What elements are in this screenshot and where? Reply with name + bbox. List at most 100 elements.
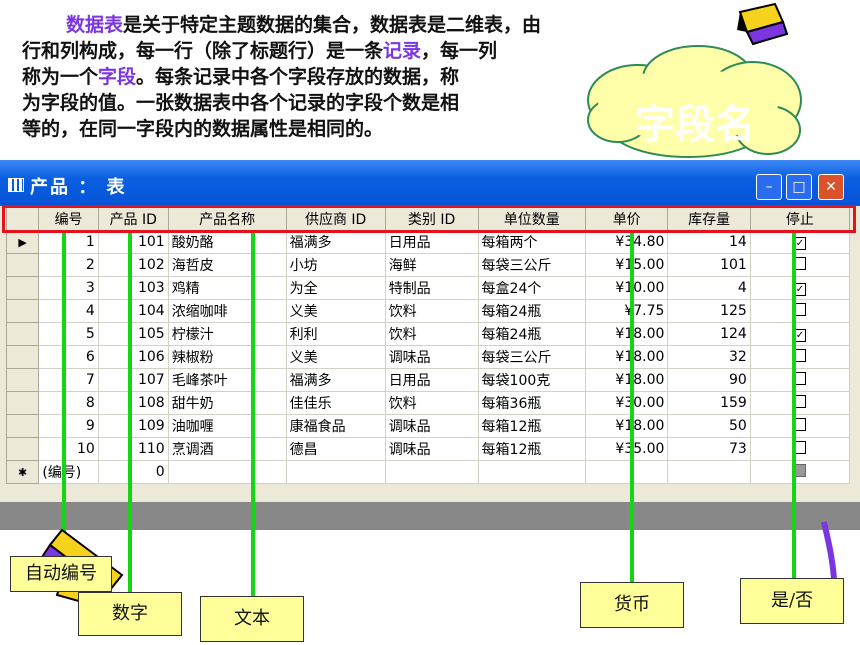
table-row[interactable]: 4 104 浓缩咖啡 义美 饮料 每箱24瓶 ¥7.75 125 [5,299,851,323]
table-cell[interactable]: 104 [97,299,169,323]
table-cell[interactable]: 125 [667,299,751,323]
table-cell[interactable]: 油咖喱 [167,414,287,438]
row-selector[interactable] [5,253,40,277]
table-cell[interactable]: 110 [97,437,169,461]
table-cell[interactable]: 32 [667,345,751,369]
table-cell[interactable]: 109 [97,414,169,438]
table-cell[interactable]: 9 [38,414,99,438]
table-cell[interactable]: 日用品 [384,368,479,392]
table-cell[interactable]: 6 [38,345,99,369]
table-cell[interactable]: 101 [667,253,751,277]
table-row[interactable]: 3 103 鸡精 为全 特制品 每盒24个 ¥10.00 4 ✓ [5,276,851,300]
table-cell[interactable]: 50 [667,414,751,438]
table-cell[interactable]: 康福食品 [285,414,386,438]
table-cell[interactable]: 4 [667,276,751,300]
table-cell[interactable]: 2 [38,253,99,277]
row-selector[interactable] [5,368,40,392]
close-icon[interactable]: ✕ [818,174,844,200]
table-cell[interactable]: 1 [38,230,99,254]
table-cell[interactable]: ¥7.75 [584,299,669,323]
table-cell[interactable]: 102 [97,253,169,277]
table-cell[interactable]: ¥18.00 [584,414,669,438]
table-cell[interactable]: ¥10.00 [584,276,669,300]
table-row[interactable]: 10 110 烹调酒 德昌 调味品 每箱12瓶 ¥35.00 73 [5,437,851,461]
table-cell[interactable] [167,460,287,484]
table-cell[interactable]: 8 [38,391,99,415]
table-cell[interactable]: 90 [667,368,751,392]
table-cell[interactable]: ¥18.00 [584,368,669,392]
row-selector[interactable] [5,437,40,461]
table-cell[interactable]: 浓缩咖啡 [167,299,287,323]
table-cell[interactable]: 每袋100克 [477,368,586,392]
table-cell[interactable]: 调味品 [384,437,479,461]
table-cell[interactable]: 特制品 [384,276,479,300]
table-cell[interactable] [477,460,586,484]
table-cell[interactable]: 饮料 [384,322,479,346]
table-row[interactable]: 2 102 海哲皮 小坊 海鲜 每袋三公斤 ¥15.00 101 [5,253,851,277]
table-cell[interactable]: 日用品 [384,230,479,254]
table-cell[interactable] [384,460,479,484]
table-cell[interactable]: 105 [97,322,169,346]
table-cell[interactable]: 101 [97,230,169,254]
table-cell[interactable] [667,460,751,484]
table-cell[interactable]: 海鲜 [384,253,479,277]
table-cell[interactable]: 每箱36瓶 [477,391,586,415]
table-cell[interactable] [584,460,669,484]
table-cell[interactable]: 14 [667,230,751,254]
table-cell[interactable]: ¥15.00 [584,253,669,277]
table-cell[interactable] [285,460,386,484]
table-row[interactable]: 5 105 柠檬汁 利利 饮料 每箱24瓶 ¥18.00 124 ✓ [5,322,851,346]
table-cell[interactable]: 鸡精 [167,276,287,300]
row-selector[interactable]: ▶ [5,230,40,254]
table-cell[interactable]: 调味品 [384,414,479,438]
table-cell[interactable]: 每箱24瓶 [477,299,586,323]
table-cell[interactable]: 义美 [285,345,386,369]
table-cell[interactable]: 佳佳乐 [285,391,386,415]
table-cell[interactable]: 106 [97,345,169,369]
table-cell[interactable]: 每袋三公斤 [477,253,586,277]
table-cell[interactable]: 107 [97,368,169,392]
table-row[interactable]: 8 108 甜牛奶 佳佳乐 饮料 每箱36瓶 ¥30.00 159 [5,391,851,415]
table-cell[interactable]: 每箱12瓶 [477,414,586,438]
row-selector[interactable] [5,299,40,323]
table-cell[interactable]: 每袋三公斤 [477,345,586,369]
row-selector[interactable] [5,345,40,369]
row-selector[interactable] [5,276,40,300]
table-cell[interactable]: ¥34.80 [584,230,669,254]
table-cell[interactable]: 饮料 [384,391,479,415]
table-cell[interactable]: 福满多 [285,368,386,392]
table-row[interactable]: 9 109 油咖喱 康福食品 调味品 每箱12瓶 ¥18.00 50 [5,414,851,438]
table-cell[interactable]: 义美 [285,299,386,323]
table-cell[interactable]: 甜牛奶 [167,391,287,415]
table-cell[interactable]: ¥35.00 [584,437,669,461]
new-record-selector[interactable]: ✱ [5,460,40,484]
table-cell[interactable]: 为全 [285,276,386,300]
table-row[interactable]: ▶ 1 101 酸奶酪 福满多 日用品 每箱两个 ¥34.80 14 ✓ [5,230,851,254]
table-cell[interactable]: 毛峰茶叶 [167,368,287,392]
table-cell[interactable]: 103 [97,276,169,300]
table-cell[interactable]: 0 [97,460,169,484]
table-cell[interactable]: 柠檬汁 [167,322,287,346]
table-cell[interactable]: 5 [38,322,99,346]
table-row[interactable]: 6 106 辣椒粉 义美 调味品 每袋三公斤 ¥18.00 32 [5,345,851,369]
row-selector[interactable] [5,414,40,438]
table-cell[interactable]: 小坊 [285,253,386,277]
maximize-icon[interactable]: □ [786,174,812,200]
table-cell[interactable]: 73 [667,437,751,461]
table-cell[interactable]: 108 [97,391,169,415]
table-cell[interactable]: 每箱两个 [477,230,586,254]
table-cell[interactable]: 福满多 [285,230,386,254]
table-cell[interactable]: 烹调酒 [167,437,287,461]
table-cell[interactable]: 利利 [285,322,386,346]
table-cell[interactable]: 饮料 [384,299,479,323]
table-cell[interactable]: 调味品 [384,345,479,369]
row-selector[interactable] [5,322,40,346]
table-cell[interactable]: 德昌 [285,437,386,461]
table-cell[interactable]: 4 [38,299,99,323]
table-cell[interactable]: (编号) [38,460,99,484]
table-cell[interactable]: ¥18.00 [584,345,669,369]
minimize-icon[interactable]: – [756,174,782,200]
table-cell[interactable]: 每箱12瓶 [477,437,586,461]
table-cell[interactable]: 每箱24瓶 [477,322,586,346]
table-cell[interactable]: 7 [38,368,99,392]
